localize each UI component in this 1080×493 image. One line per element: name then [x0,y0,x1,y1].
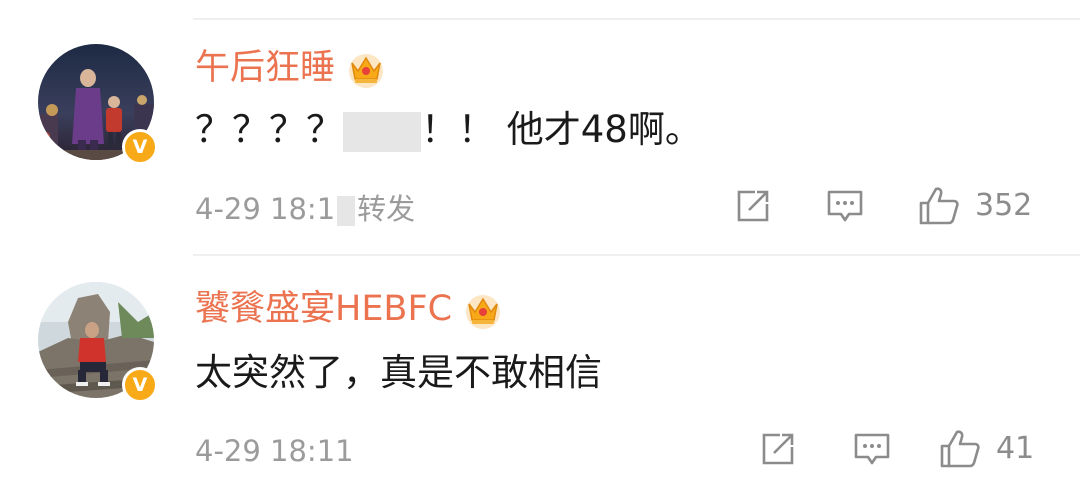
like-button[interactable]: 352 [917,185,1032,227]
like-button[interactable]: 41 [938,428,1034,470]
verified-badge-icon: V [122,367,158,403]
comment-button[interactable] [852,429,892,469]
comment-date: 4-29 18:11 [195,434,354,468]
comment-button[interactable] [825,186,865,226]
like-count: 352 [975,188,1033,223]
like-icon [919,187,959,225]
comment-text-end: ！！ 他才48啊。 [421,108,702,151]
redacted-region [337,196,356,226]
comment-text-start: ？？？？ [195,108,343,151]
repost-icon [737,190,769,222]
repost-button[interactable] [758,429,798,469]
comment-text: ？？？？ ！！ 他才48啊。 [195,106,702,154]
comment-icon [854,433,890,465]
redacted-region [343,111,421,152]
verified-badge-icon: V [122,129,158,165]
username[interactable]: 饕餮盛宴HEBFC [195,287,452,331]
comment-item: V 饕餮盛宴HEBFC 太突然了，真是不敢相信 4-29 18:11 41 [0,255,1080,493]
comment-icon [827,190,863,222]
crown-icon [466,295,501,329]
comment-item: V 午后狂睡 ？？？？ ！！ 他才48啊。 4-29 18:1 转发 352 [0,0,1080,255]
comment-date: 4-29 18:1 [195,192,336,226]
repost-icon [762,433,794,465]
username[interactable]: 午后狂睡 [195,46,335,90]
comment-text: 太突然了，真是不敢相信 [195,351,602,394]
repost-button[interactable] [733,186,773,226]
like-count: 41 [996,431,1035,466]
like-icon [940,430,980,468]
repost-link[interactable]: 转发 [357,192,415,226]
crown-icon [349,54,384,88]
